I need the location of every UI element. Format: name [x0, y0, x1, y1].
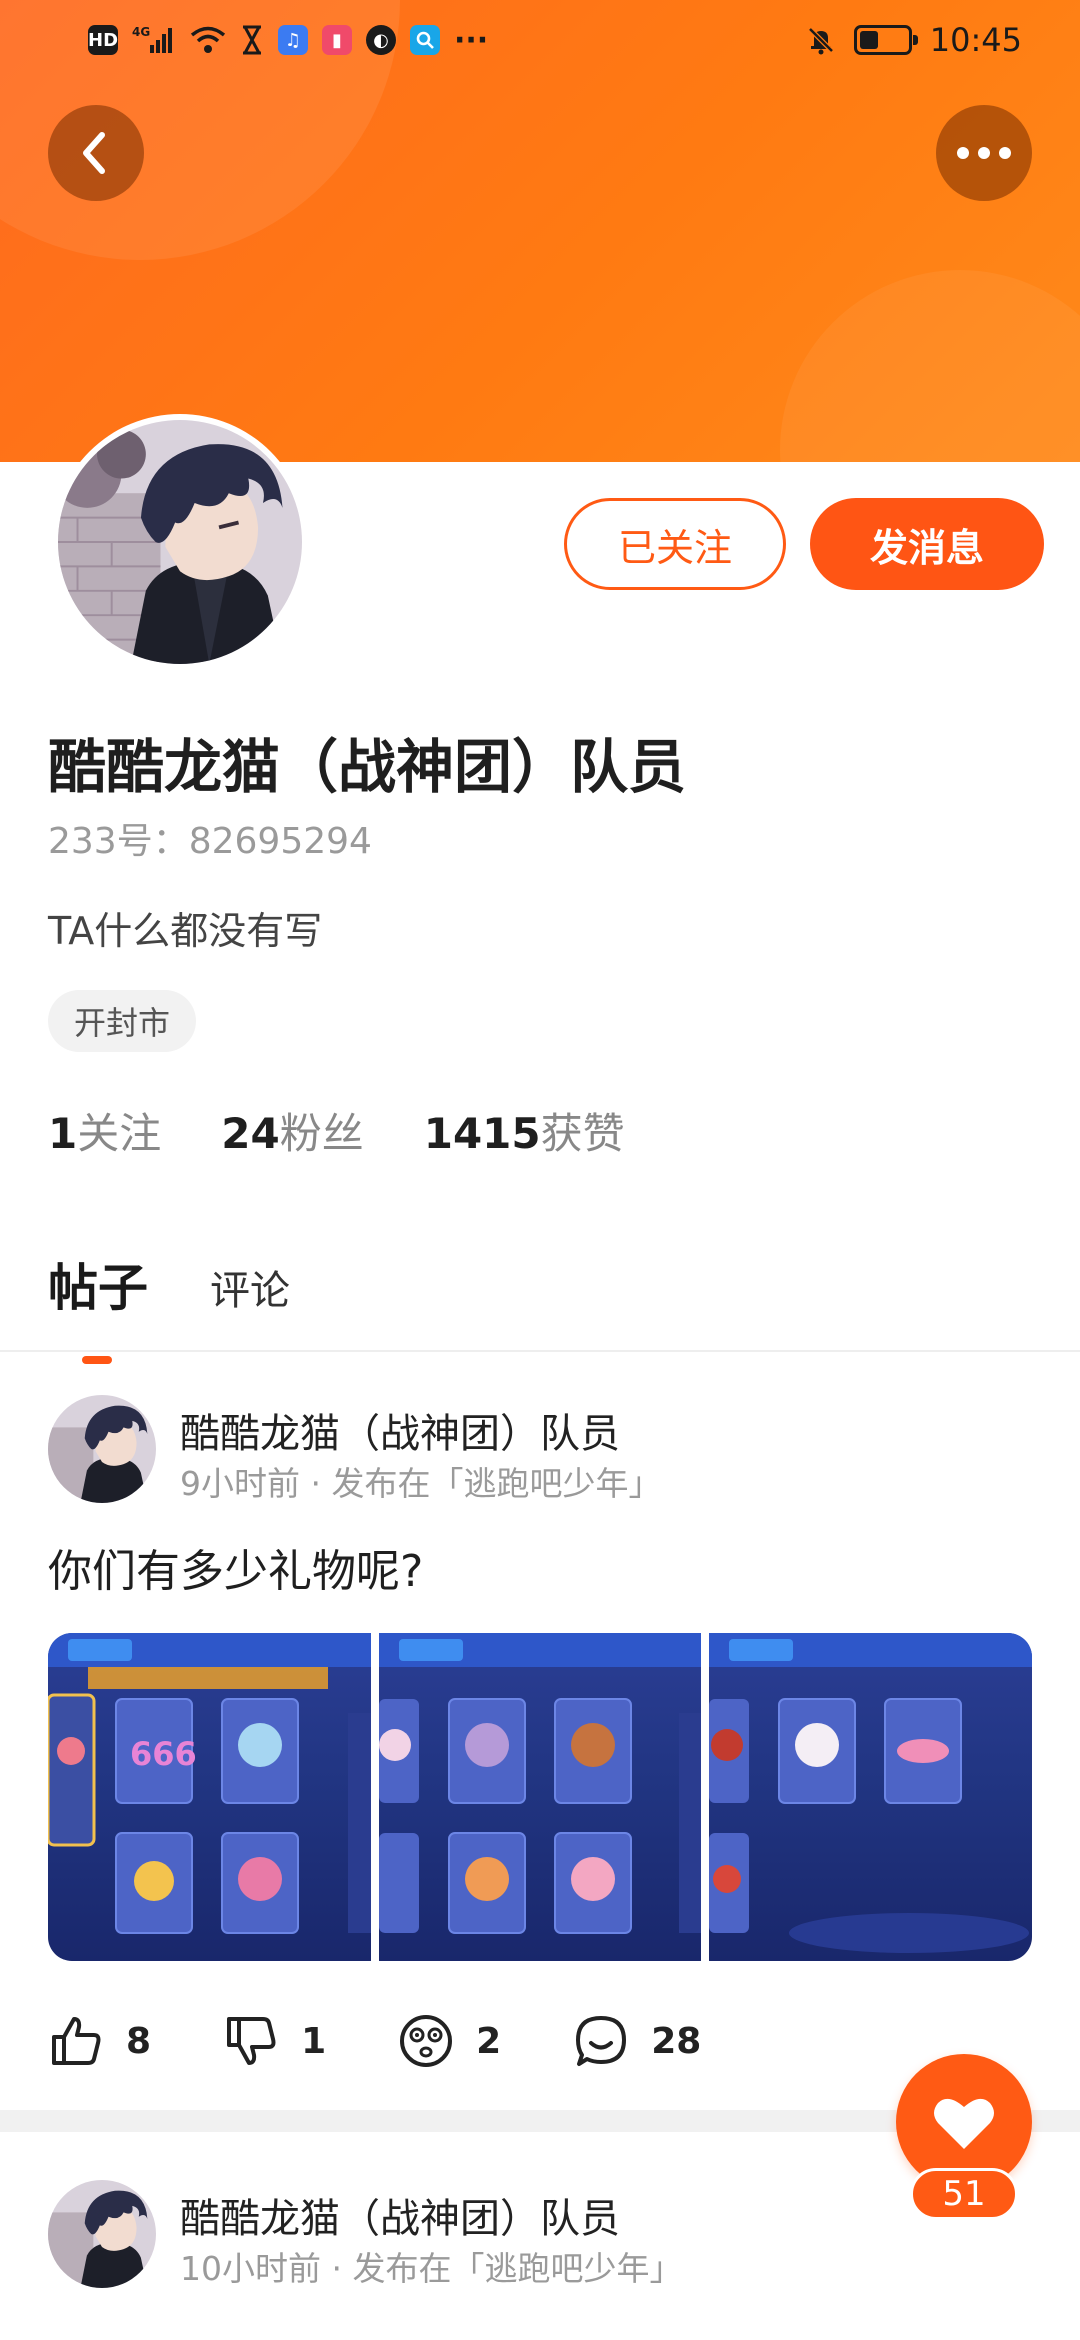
- post-meta: 9小时前 · 发布在「逃跑吧少年」: [180, 1464, 662, 1503]
- tab-indicator: [82, 1356, 112, 1364]
- post-author[interactable]: 酷酷龙猫（战神团）队员: [180, 1401, 620, 1459]
- post-image[interactable]: 666: [48, 1633, 371, 1961]
- dizzy-face-icon: [400, 2015, 453, 2067]
- header-decoration: [780, 270, 1080, 462]
- post-image[interactable]: [709, 1633, 1032, 1961]
- stat-fans[interactable]: 24粉丝: [221, 1100, 363, 1161]
- chevron-left-icon: [83, 132, 105, 174]
- search-app-icon: [410, 25, 440, 55]
- dizzy-count: 2: [476, 2020, 502, 2062]
- like-total-badge: 51: [910, 2168, 1018, 2220]
- book-icon: ▮: [322, 25, 352, 55]
- avatar[interactable]: [48, 2180, 156, 2288]
- stat-number: 24: [221, 1109, 280, 1158]
- dislike-count: 1: [301, 2020, 327, 2062]
- status-bar: HD 4G ♫ ▮ ◐ ··· 10:45: [0, 0, 1080, 80]
- stat-following[interactable]: 1关注: [48, 1100, 161, 1161]
- tab-label: 帖子: [48, 1259, 148, 1317]
- hd-icon: HD: [88, 25, 118, 55]
- avatar[interactable]: [48, 1395, 156, 1503]
- more-notifications: ···: [454, 22, 489, 58]
- mute-bell-icon: [806, 25, 836, 55]
- post-actions: 8 1 2 28: [48, 2013, 701, 2069]
- comment-button[interactable]: 28: [573, 2013, 701, 2069]
- profile-avatar[interactable]: [52, 414, 308, 670]
- stat-label: 获赞: [540, 1109, 625, 1158]
- stat-label: 关注: [77, 1109, 162, 1158]
- post-text: 你们有多少礼物呢?: [48, 1546, 424, 1597]
- post-images: 666: [48, 1633, 1032, 1961]
- stat-likes: 1415获赞: [424, 1100, 625, 1161]
- profile-id: 233号：82695294: [48, 821, 372, 862]
- post-author[interactable]: 酷酷龙猫（战神团）队员: [180, 2186, 620, 2244]
- stat-number: 1: [48, 1109, 78, 1158]
- battery-icon: [853, 25, 918, 55]
- profile-tabs: 帖子 评论: [48, 1248, 290, 1364]
- clock: 10:45: [929, 21, 1022, 59]
- stat-label: 粉丝: [279, 1109, 364, 1158]
- comment-count: 28: [651, 2020, 702, 2062]
- send-message-button[interactable]: 发消息: [810, 498, 1044, 590]
- back-button[interactable]: [48, 105, 144, 201]
- post-meta: 10小时前 · 发布在「逃跑吧少年」: [180, 2249, 683, 2288]
- dislike-button[interactable]: 1: [223, 2013, 326, 2069]
- more-options-button[interactable]: [936, 105, 1032, 201]
- wifi-icon: [190, 26, 226, 54]
- network-type: 4G: [132, 25, 150, 39]
- post-image[interactable]: [378, 1633, 702, 1961]
- tab-comments[interactable]: 评论: [210, 1258, 290, 1320]
- tab-label: 评论: [210, 1268, 290, 1314]
- profile-bio: TA什么都没有写: [48, 909, 323, 953]
- more-dots-icon: [957, 147, 1011, 159]
- tab-posts[interactable]: 帖子: [48, 1248, 148, 1364]
- heart-icon: [934, 2098, 994, 2149]
- svg-text:666: 666: [130, 1735, 197, 1773]
- thumbs-up-icon: [52, 2017, 101, 2065]
- thumbs-down-icon: [227, 2017, 276, 2065]
- like-button[interactable]: 8: [48, 2013, 151, 2069]
- hourglass-icon: [240, 25, 264, 55]
- globe-icon: ◐: [366, 25, 396, 55]
- comment-icon: [576, 2016, 627, 2066]
- battery-level: [859, 31, 879, 49]
- divider: [0, 1350, 1080, 1352]
- profile-name: 酷酷龙猫（战神团）队员: [48, 733, 687, 801]
- stat-number: 1415: [423, 1109, 541, 1158]
- like-count: 8: [126, 2020, 152, 2062]
- music-icon: ♫: [278, 25, 308, 55]
- hd-label: HD: [88, 29, 119, 51]
- profile-stats: 1关注 24粉丝 1415获赞: [48, 1100, 625, 1161]
- following-button[interactable]: 已关注: [564, 498, 786, 590]
- signal-icon: 4G: [132, 25, 176, 55]
- dizzy-reaction-button[interactable]: 2: [398, 2013, 501, 2069]
- avatar: [58, 420, 302, 664]
- location-tag: 开封市: [48, 990, 197, 1052]
